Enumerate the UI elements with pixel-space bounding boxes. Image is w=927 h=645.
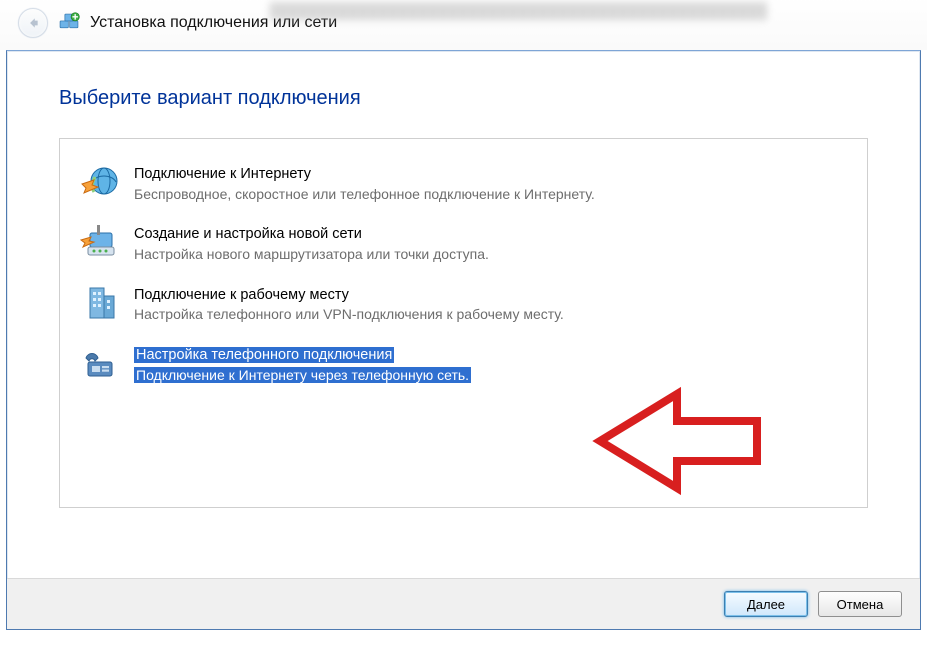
titlebar: Установка подключения или сети [0,0,927,50]
option-title: Настройка телефонного подключения [134,347,394,363]
wizard-panel: Выберите вариант подключения Подключение… [6,50,921,630]
option-title: Подключение к Интернету [134,166,311,182]
back-button[interactable] [18,8,48,38]
wizard-footer: Далее Отмена [7,578,920,629]
option-create-network[interactable]: Создание и настройка новой сети Настройк… [76,217,851,277]
option-title: Создание и настройка новой сети [134,226,362,242]
page-heading: Выберите вариант подключения [59,87,868,110]
globe-arrow-icon [80,163,120,203]
back-arrow-icon [26,16,40,30]
option-connect-workplace[interactable]: Подключение к рабочему месту Настройка т… [76,278,851,338]
router-icon [80,223,120,263]
option-desc: Настройка телефонного или VPN-подключени… [134,306,564,322]
wizard-content: Выберите вариант подключения Подключение… [7,51,920,578]
option-title: Подключение к рабочему месту [134,287,349,303]
phone-modem-icon [80,344,120,384]
option-desc: Настройка нового маршрутизатора или точк… [134,246,489,262]
building-icon [80,284,120,324]
option-connect-internet[interactable]: Подключение к Интернету Беспроводное, ск… [76,157,851,217]
option-dialup[interactable]: Настройка телефонного подключения Подклю… [76,338,851,398]
cancel-button[interactable]: Отмена [818,591,902,617]
option-desc: Подключение к Интернету через телефонную… [134,367,471,383]
option-desc: Беспроводное, скоростное или телефонное … [134,186,595,202]
obscured-background-text [270,2,767,20]
network-wizard-icon [58,12,80,34]
next-button[interactable]: Далее [724,591,808,617]
connection-options-list: Подключение к Интернету Беспроводное, ск… [59,138,868,508]
